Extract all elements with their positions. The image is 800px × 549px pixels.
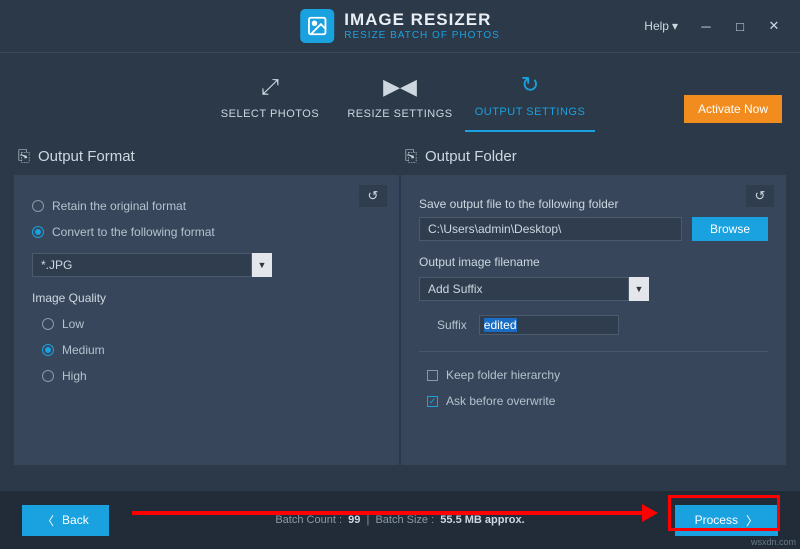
brand: IMAGE RESIZER RESIZE BATCH OF PHOTOS — [300, 9, 500, 43]
save-folder-label: Save output file to the following folder — [419, 197, 768, 211]
format-select-value: *.JPG — [32, 253, 252, 277]
chevron-left-icon: 〈 — [42, 512, 54, 529]
radio-icon — [42, 318, 54, 330]
format-select[interactable]: *.JPG ▼ — [32, 253, 272, 277]
maximize-button[interactable]: □ — [726, 16, 754, 36]
divider — [419, 351, 768, 352]
chevron-right-icon: 〉 — [746, 512, 758, 529]
title-bar: IMAGE RESIZER RESIZE BATCH OF PHOTOS Hel… — [0, 0, 800, 52]
output-format-panel: ⎘ Output Format ↺ Retain the original fo… — [14, 142, 399, 465]
tab-select-photos[interactable]: ⤢ SELECT PHOTOS — [205, 62, 335, 132]
radio-quality-medium[interactable]: Medium — [42, 337, 381, 363]
batch-info: Batch Count : 99 | Batch Size : 55.5 MB … — [275, 514, 524, 526]
watermark: wsxdn.com — [751, 537, 796, 547]
format-icon: ⎘ — [18, 148, 30, 165]
process-button[interactable]: Process 〉 — [675, 505, 778, 536]
chevron-down-icon[interactable]: ▼ — [252, 253, 272, 277]
close-button[interactable]: ✕ — [760, 16, 788, 36]
tab-bar: ⤢ SELECT PHOTOS ▶◀ RESIZE SETTINGS ↻ OUT… — [0, 52, 800, 132]
app-logo-icon — [300, 9, 334, 43]
checkbox-keep-hierarchy[interactable]: Keep folder hierarchy — [427, 362, 768, 388]
radio-quality-high[interactable]: High — [42, 363, 381, 389]
output-folder-panel: ⎘ Output Folder ↺ Save output file to th… — [401, 142, 786, 465]
filename-mode-select[interactable]: Add Suffix ▼ — [419, 277, 649, 301]
checkbox-icon — [427, 396, 438, 407]
back-button[interactable]: 〈 Back — [22, 505, 109, 536]
suffix-input[interactable]: edited — [479, 315, 619, 335]
radio-retain-format[interactable]: Retain the original format — [32, 193, 381, 219]
chevron-down-icon: ▾ — [672, 19, 678, 33]
app-title: IMAGE RESIZER — [344, 11, 500, 30]
help-menu[interactable]: Help▾ — [636, 15, 686, 37]
activate-now-button[interactable]: Activate Now — [684, 95, 782, 123]
checkbox-icon — [427, 370, 438, 381]
footer-bar: 〈 Back Batch Count : 99 | Batch Size : 5… — [0, 491, 800, 549]
reset-folder-button[interactable]: ↺ — [746, 185, 774, 207]
filename-label: Output image filename — [419, 255, 768, 269]
radio-icon — [32, 226, 44, 238]
panel-title: Output Folder — [425, 148, 517, 165]
folder-export-icon: ⎘ — [405, 148, 417, 165]
app-subtitle: RESIZE BATCH OF PHOTOS — [344, 30, 500, 41]
checkbox-ask-overwrite[interactable]: Ask before overwrite — [427, 388, 768, 414]
chevron-down-icon[interactable]: ▼ — [629, 277, 649, 301]
tab-output-settings[interactable]: ↻ OUTPUT SETTINGS — [465, 60, 595, 132]
radio-icon — [42, 344, 54, 356]
panel-title: Output Format — [38, 148, 135, 165]
mirror-icon: ▶◀ — [383, 74, 417, 100]
folder-path-input[interactable] — [419, 217, 682, 241]
suffix-label: Suffix — [437, 318, 467, 332]
radio-icon — [42, 370, 54, 382]
radio-quality-low[interactable]: Low — [42, 311, 381, 337]
tab-resize-settings[interactable]: ▶◀ RESIZE SETTINGS — [335, 62, 465, 132]
main-content: ⎘ Output Format ↺ Retain the original fo… — [0, 132, 800, 465]
expand-icon: ⤢ — [261, 74, 279, 100]
refresh-icon: ↻ — [521, 72, 539, 98]
radio-convert-format[interactable]: Convert to the following format — [32, 219, 381, 245]
minimize-button[interactable]: ─ — [692, 16, 720, 36]
radio-icon — [32, 200, 44, 212]
quality-label: Image Quality — [32, 291, 381, 305]
filename-mode-value: Add Suffix — [419, 277, 629, 301]
reset-format-button[interactable]: ↺ — [359, 185, 387, 207]
browse-button[interactable]: Browse — [692, 217, 768, 241]
